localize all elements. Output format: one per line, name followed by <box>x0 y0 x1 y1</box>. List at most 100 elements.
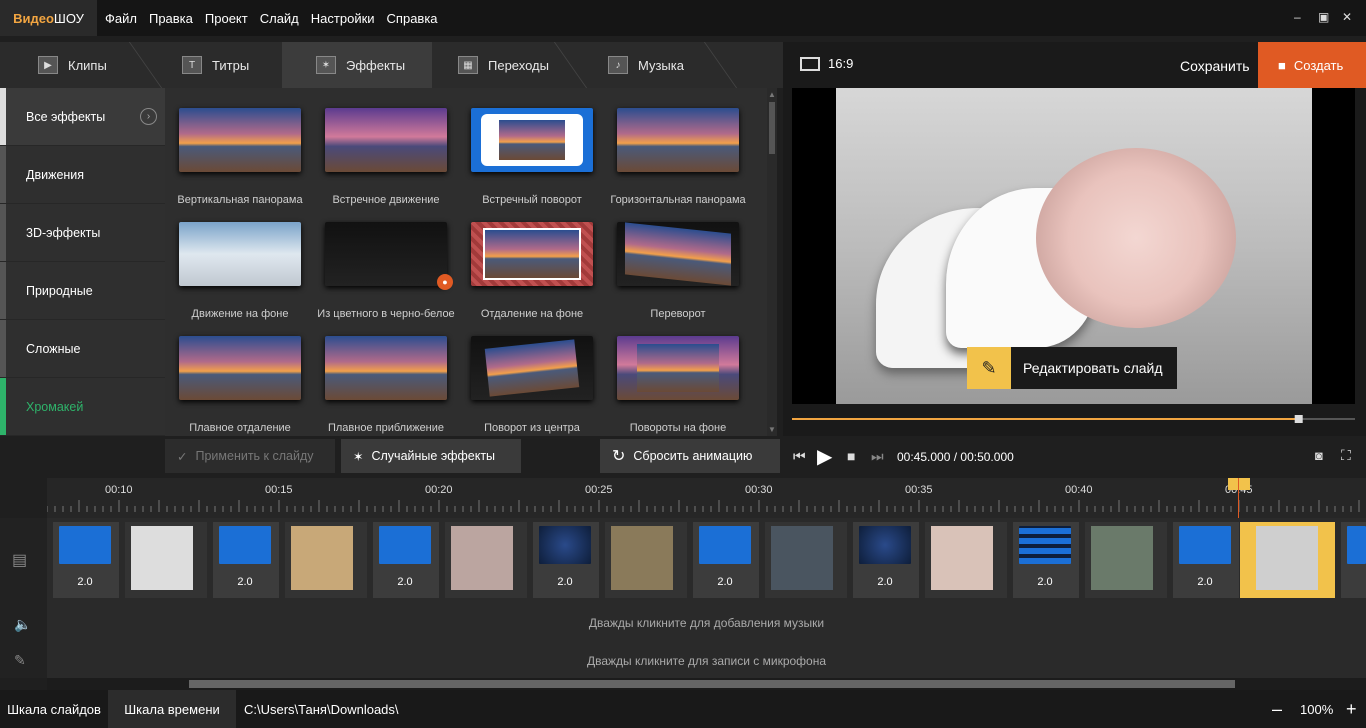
tab-clips[interactable]: ▶ Клипы <box>38 42 107 88</box>
menu-file[interactable]: Файл <box>105 11 137 26</box>
menu-settings[interactable]: Настройки <box>311 11 375 26</box>
transition-slot[interactable]: 2.0 <box>533 522 599 598</box>
playback-progress[interactable] <box>792 412 1355 426</box>
slide-slot[interactable] <box>925 522 1007 598</box>
zoom-in-button[interactable]: + <box>1346 690 1357 728</box>
slide-slot[interactable] <box>1085 522 1167 598</box>
slide-slot[interactable] <box>445 522 527 598</box>
text-icon: T <box>182 56 202 74</box>
progress-knob[interactable] <box>1294 415 1303 423</box>
play-icon[interactable]: ▶ <box>817 444 832 469</box>
slide-slot-selected[interactable] <box>1240 522 1335 598</box>
minimize-button[interactable]: – <box>1294 10 1301 24</box>
menu-edit[interactable]: Правка <box>149 11 193 26</box>
category-nature[interactable]: Природные <box>0 262 165 319</box>
timeline-ruler[interactable]: 00:1000:1500:2000:2500:3000:3500:4000:45 <box>46 478 1366 518</box>
category-complex[interactable]: Сложные <box>0 320 165 377</box>
transition-slot[interactable]: 2.0 <box>373 522 439 598</box>
effect-item[interactable]: Поворот из центра <box>459 336 605 434</box>
reset-animation-button[interactable]: ↻ Сбросить анимацию <box>600 439 780 473</box>
playhead-handle[interactable] <box>1228 478 1250 490</box>
zoom-level: 100% <box>1300 701 1334 717</box>
slide-slot[interactable] <box>285 522 367 598</box>
slide-thumbnail <box>291 526 353 590</box>
aspect-ratio-toggle[interactable]: 16:9 <box>800 56 853 71</box>
transition-thumbnail <box>379 526 431 564</box>
effect-thumbnail <box>617 108 739 172</box>
mic-hint: Дважды кликните для записи с микрофона <box>586 654 827 668</box>
transition-slot[interactable]: 2.0 <box>213 522 279 598</box>
chevron-right-icon[interactable]: › <box>140 108 157 125</box>
scroll-thumb[interactable] <box>189 680 1235 688</box>
transition-thumbnail <box>59 526 111 564</box>
zoom-out-button[interactable]: – <box>1272 690 1282 728</box>
tab-effects[interactable]: ✶ Эффекты <box>282 42 432 88</box>
category-all[interactable]: Все эффекты › <box>0 88 165 145</box>
transition-slot[interactable]: 2.0 <box>853 522 919 598</box>
effects-scrollbar[interactable]: ▲ ▼ <box>767 88 777 436</box>
tab-music[interactable]: ♪ Музыка <box>608 42 684 88</box>
music-track[interactable]: Дважды кликните для добавления музыки <box>47 602 1366 642</box>
effect-item[interactable]: Повороты на фоне <box>605 336 751 434</box>
slide-slot[interactable] <box>125 522 207 598</box>
close-button[interactable]: ✕ <box>1342 10 1352 24</box>
microphone-track[interactable]: Дважды кликните для записи с микрофона <box>47 642 1366 678</box>
effect-item[interactable]: Переворот <box>605 222 751 320</box>
progress-svg <box>792 415 1355 423</box>
tab-slide-scale[interactable]: Шкала слайдов <box>0 690 108 728</box>
menu-slide[interactable]: Слайд <box>260 11 299 26</box>
total-time: 00:50.000 <box>960 450 1014 464</box>
effect-item[interactable]: Плавное отдаление <box>167 336 313 434</box>
logo-part2: ШОУ <box>53 10 84 26</box>
menu-help[interactable]: Справка <box>387 11 438 26</box>
tab-time-scale[interactable]: Шкала времени <box>108 690 236 728</box>
scroll-down-icon[interactable]: ▼ <box>768 425 776 434</box>
effect-item[interactable]: Отдаление на фоне <box>459 222 605 320</box>
effect-label: Встречное движение <box>332 194 440 206</box>
effect-item[interactable]: Встречное движение <box>313 108 459 206</box>
save-button[interactable]: Сохранить <box>1180 58 1250 74</box>
slide-thumbnail <box>931 526 993 590</box>
effect-item[interactable]: ● Из цветного в черно-белое <box>313 222 459 320</box>
effect-item[interactable]: Встречный поворот <box>459 108 605 206</box>
transition-slot[interactable]: 2.0 <box>1173 522 1239 598</box>
effect-categories: Все эффекты › Движения 3D-эффекты Природн… <box>0 88 165 436</box>
transition-slot[interactable]: 2.0 <box>693 522 759 598</box>
reset-icon: ↻ <box>612 448 626 465</box>
transition-slot[interactable] <box>1341 522 1366 598</box>
effect-thumbnail <box>617 222 739 286</box>
scroll-up-icon[interactable]: ▲ <box>768 90 776 99</box>
fullscreen-icon[interactable]: ⛶ <box>1341 447 1351 464</box>
edit-slide-button[interactable]: ✎ Редактировать слайд <box>967 347 1177 389</box>
effect-item[interactable]: Движение на фоне <box>167 222 313 320</box>
transition-slot[interactable]: 2.0 <box>1013 522 1079 598</box>
tab-label: Клипы <box>68 57 107 73</box>
duration-label: 2.0 <box>237 576 253 588</box>
slide-track: 2.0 2.0 2.0 2.0 2.0 2.0 2.0 2.0 <box>47 518 1366 602</box>
scroll-thumb[interactable] <box>769 102 775 154</box>
effect-item[interactable]: Вертикальная панорама <box>167 108 313 206</box>
tab-titles[interactable]: T Титры <box>182 42 249 88</box>
category-3d[interactable]: 3D-эффекты <box>0 204 165 261</box>
transition-slot[interactable]: 2.0 <box>53 522 119 598</box>
slide-thumbnail <box>1256 526 1318 590</box>
slide-slot[interactable] <box>605 522 687 598</box>
timeline-scrollbar[interactable] <box>47 678 1366 690</box>
apply-to-slide-button[interactable]: ✓ Применить к слайду <box>165 439 335 473</box>
skip-forward-icon[interactable]: ⏭ <box>871 448 884 465</box>
random-effects-button[interactable]: ✶ Случайные эффекты <box>341 439 521 473</box>
tab-transitions[interactable]: ▦ Переходы <box>458 42 549 88</box>
snapshot-icon[interactable]: ◙ <box>1315 448 1323 463</box>
skip-back-icon[interactable]: ⏮ <box>793 448 806 465</box>
stop-icon[interactable]: ■ <box>847 448 855 464</box>
category-chromakey[interactable]: Хромакей <box>0 378 165 435</box>
effect-label: Вертикальная панорама <box>177 194 303 206</box>
menu-project[interactable]: Проект <box>205 11 248 26</box>
slide-slot[interactable] <box>765 522 847 598</box>
effect-label: Поворот из центра <box>484 422 580 434</box>
category-motion[interactable]: Движения <box>0 146 165 203</box>
restore-button[interactable]: ▣ <box>1318 10 1329 24</box>
effect-item[interactable]: Горизонтальная панорама <box>605 108 751 206</box>
effect-item[interactable]: Плавное приближение <box>313 336 459 434</box>
create-button[interactable]: ■ Создать <box>1258 42 1366 88</box>
